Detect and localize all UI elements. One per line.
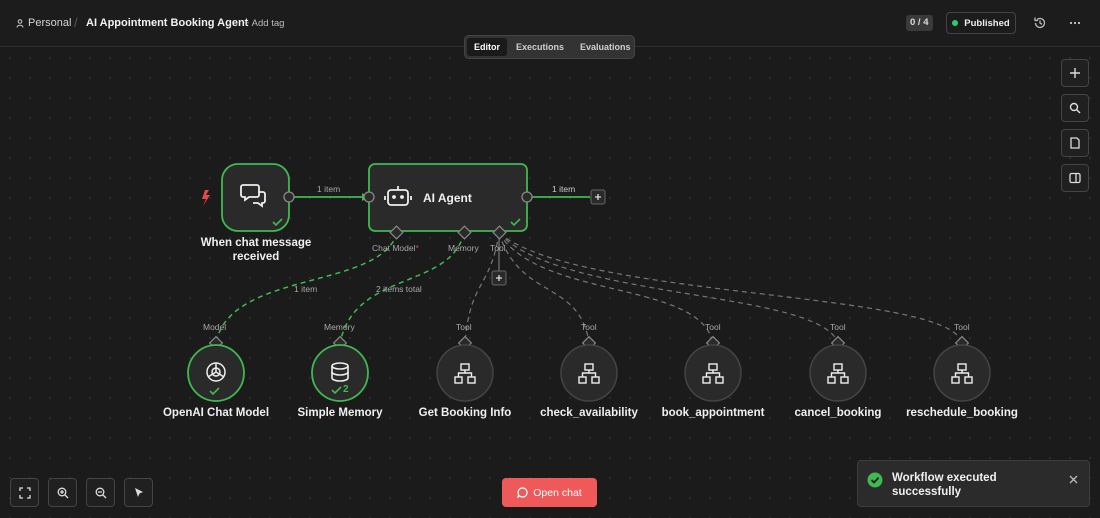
tool-title-3: book_appointment (661, 407, 765, 419)
port-label-tool-1: Tool (456, 322, 472, 332)
trigger-node-title: When chat message received (200, 237, 312, 263)
tidy-up-button[interactable] (124, 478, 153, 507)
connection-tool-4 (498, 232, 839, 344)
workflow-canvas[interactable] (0, 48, 1100, 518)
user-icon (16, 18, 24, 28)
port-label-tool: Tool (490, 243, 506, 253)
published-button[interactable]: Published (946, 12, 1016, 34)
tab-editor[interactable]: Editor (467, 38, 507, 56)
port-label-memory-input: Memory (324, 322, 355, 332)
status-label: Published (964, 17, 1010, 29)
tool-node-3[interactable] (684, 335, 742, 402)
plus-icon (1070, 68, 1080, 78)
output-handle[interactable] (283, 191, 295, 203)
tab-executions[interactable]: Executions (509, 38, 571, 56)
sticky-note-button[interactable] (1061, 129, 1089, 157)
port-label-memory: Memory (448, 243, 479, 253)
input-handle[interactable] (363, 191, 375, 203)
connection-label-trigger: 1 item (317, 184, 341, 194)
more-options-icon[interactable] (1067, 15, 1083, 31)
tool-node-5[interactable] (933, 335, 991, 402)
port-label-tool-3: Tool (705, 322, 721, 332)
zoom-out-icon (95, 487, 106, 498)
chat-model-title: OpenAI Chat Model (162, 407, 270, 419)
workflow-title[interactable]: AI Appointment Booking Agent (86, 17, 248, 29)
connection-tool-3 (498, 232, 714, 344)
fit-view-button[interactable] (10, 478, 39, 507)
success-toast: Workflow executed successfully (857, 460, 1090, 507)
success-check-circle-icon (867, 472, 883, 488)
connection-label-memory: 2 items total (376, 284, 422, 294)
panel-icon (1069, 172, 1081, 184)
search-nodes-button[interactable] (1061, 94, 1089, 122)
tool-title-4: cancel_booking (794, 407, 882, 419)
add-tag-button[interactable]: + Add tag (244, 18, 284, 29)
toggle-panel-button[interactable] (1061, 164, 1089, 192)
tab-evaluations[interactable]: Evaluations (573, 38, 638, 56)
connection-label-output: 1 item (552, 184, 576, 194)
fit-view-icon (18, 486, 31, 499)
status-dot-icon (952, 20, 959, 26)
memory-title: Simple Memory (297, 407, 383, 419)
tool-node-1[interactable] (436, 335, 494, 402)
tool-title-5: reschedule_booking (906, 407, 1018, 419)
workspace-name: Personal (28, 17, 72, 29)
toast-message: Workflow executed successfully (892, 472, 997, 498)
zoom-in-button[interactable] (48, 478, 77, 507)
zoom-in-icon (57, 487, 68, 498)
search-icon (1069, 102, 1081, 114)
chat-icon (517, 487, 528, 498)
history-icon[interactable] (1032, 15, 1048, 31)
connection-label-model: 1 item (294, 284, 318, 294)
tool-title-2: check_availability (540, 407, 638, 419)
breadcrumb-workspace[interactable]: Personal (16, 17, 71, 29)
lightning-icon (202, 190, 210, 206)
agent-node-title: AI Agent (423, 191, 472, 205)
connection-tool-5 (498, 232, 963, 344)
port-label-model: Model (203, 322, 227, 332)
port-label-tool-2: Tool (581, 322, 597, 332)
open-chat-label: Open chat (533, 486, 582, 499)
port-label-tool-5: Tool (954, 322, 970, 332)
output-handle[interactable] (521, 191, 533, 203)
tool-node-4[interactable] (809, 335, 867, 402)
port-label-chat-model: Chat Model* (372, 243, 419, 253)
close-icon[interactable] (1068, 474, 1079, 485)
tool-node-2[interactable] (560, 335, 618, 402)
port-label-tool-4: Tool (830, 322, 846, 332)
version-counter[interactable]: 0 / 4 (906, 15, 933, 31)
pointer-icon (134, 487, 143, 497)
view-tabs: Editor Executions Evaluations (464, 35, 635, 59)
tool-title-1: Get Booking Info (418, 407, 512, 419)
breadcrumb-separator: / (74, 15, 78, 30)
sticky-note-icon (1070, 137, 1080, 149)
memory-run-count: 2 (343, 384, 349, 395)
add-node-side-button[interactable] (1061, 59, 1089, 87)
zoom-out-button[interactable] (86, 478, 115, 507)
open-chat-button[interactable]: Open chat (502, 478, 597, 507)
workflow-graph (187, 163, 991, 402)
